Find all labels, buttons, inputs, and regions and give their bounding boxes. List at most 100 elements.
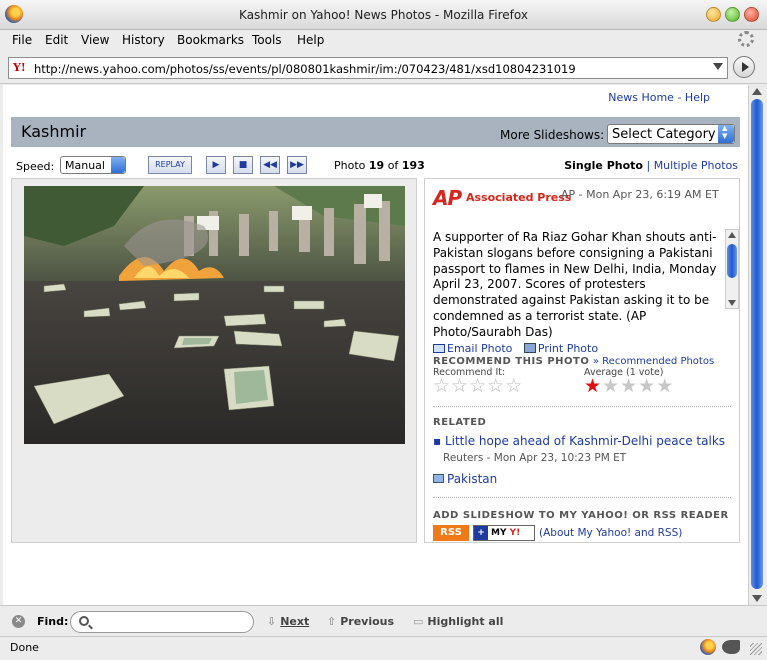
divider [433, 497, 731, 498]
rate-star-5-icon[interactable]: ☆ [505, 375, 523, 397]
replay-button[interactable]: REPLAY [148, 156, 192, 174]
scroll-up-icon[interactable] [728, 232, 736, 238]
menu-tools[interactable]: Tools [252, 33, 282, 47]
play-button[interactable]: ▶ [206, 156, 226, 174]
rewind-icon: ◀◀ [263, 160, 277, 170]
menu-edit[interactable]: Edit [45, 33, 68, 47]
resize-grip-icon[interactable] [750, 643, 762, 655]
recommend-section-title: RECOMMEND THIS PHOTO » Recommended Photo… [433, 356, 715, 367]
photo-counter: Photo 19 of 193 [334, 159, 425, 172]
email-icon [433, 344, 445, 353]
scroll-down-icon[interactable] [728, 300, 736, 306]
pakistan-link[interactable]: Pakistan [433, 472, 497, 486]
menu-bookmarks[interactable]: Bookmarks [177, 33, 244, 47]
page-scrollbar[interactable] [748, 85, 765, 605]
multiple-photos-link[interactable]: Multiple Photos [654, 159, 738, 172]
stop-button[interactable]: ■ [233, 156, 253, 174]
related-story-link[interactable]: ▪ Little hope ahead of Kashmir-Delhi pea… [433, 434, 725, 448]
avg-star-5-icon: ★ [656, 375, 675, 397]
yahoo-favicon-icon: Y! [13, 61, 26, 74]
recommended-photos-link[interactable]: » Recommended Photos [593, 356, 714, 367]
photo-gallery-icon [433, 474, 444, 483]
find-previous-button[interactable]: ⇧ Previous [327, 615, 394, 628]
recommend-stars[interactable]: ☆☆☆☆☆ [433, 377, 523, 396]
speed-select[interactable]: Manual [60, 156, 126, 174]
category-select[interactable]: Select Category [607, 124, 735, 144]
close-find-bar-icon[interactable]: ✕ [12, 615, 25, 628]
caption-scroll-thumb[interactable] [727, 244, 737, 278]
find-next-button[interactable]: ⇩ Next [267, 615, 309, 628]
throbber-icon [738, 31, 754, 47]
page-content: News Home - Help Kashmir More Slideshows… [3, 85, 748, 605]
rss-button[interactable]: RSS [433, 525, 469, 541]
maximize-button[interactable] [725, 7, 740, 22]
ap-logo: AP [433, 186, 462, 210]
add-slideshow-title: ADD SLIDESHOW TO MY YAHOO! OR RSS READER [433, 510, 729, 521]
photo-date: AP - Mon Apr 23, 6:19 AM ET [561, 188, 719, 201]
menu-history[interactable]: History [122, 33, 165, 47]
arrow-down-icon: ⇩ [267, 615, 277, 628]
photo-info-panel: AP Associated Press AP - Mon Apr 23, 6:1… [424, 178, 740, 543]
select-arrows-icon [718, 124, 734, 143]
next-photo-button[interactable]: ▶▶ [287, 156, 307, 174]
avg-star-1-icon: ★ [584, 375, 603, 397]
about-my-yahoo-link[interactable]: (About My Yahoo! and RSS) [539, 527, 682, 539]
address-url[interactable]: http://news.yahoo.com/photos/ss/events/p… [34, 62, 576, 76]
protest-photo-image [24, 186, 405, 444]
fast-forward-icon: ▶▶ [290, 160, 304, 170]
firefox-status-icon[interactable] [700, 639, 716, 655]
average-stars: ★★★★★ [584, 377, 674, 396]
play-icon: ▶ [212, 160, 220, 170]
stop-icon: ■ [238, 160, 248, 170]
slideshow-controls: Speed: Manual REPLAY ▶ ■ ◀◀ ▶▶ Photo 19 … [3, 155, 748, 177]
scroll-up-icon[interactable] [752, 88, 762, 95]
window-title: Kashmir on Yahoo! News Photos - Mozilla … [239, 8, 528, 22]
navigation-toolbar: Y! http://news.yahoo.com/photos/ss/event… [0, 52, 767, 84]
related-story-source: Reuters - Mon Apr 23, 10:23 PM ET [443, 452, 627, 464]
find-label: Find: [37, 615, 69, 628]
top-links: News Home - Help [608, 91, 710, 104]
category-select-value: Select Category [612, 127, 716, 142]
ap-source-name: Associated Press [466, 191, 572, 204]
status-bar: Done [0, 636, 767, 660]
highlight-icon: ▭ [413, 615, 424, 628]
menu-help[interactable]: Help [297, 33, 324, 47]
addon-status-icon[interactable] [722, 640, 740, 654]
page-scroll-thumb[interactable] [751, 99, 763, 589]
caption-scrollbar[interactable] [725, 229, 739, 309]
news-home-link[interactable]: News Home [608, 91, 674, 104]
slideshow-header: Kashmir More Slideshows: Select Category [11, 117, 740, 147]
previous-photo-button[interactable]: ◀◀ [260, 156, 280, 174]
go-button[interactable] [733, 56, 755, 78]
speed-select-value: Manual [65, 159, 105, 172]
status-text: Done [10, 641, 39, 654]
photo-panel [11, 178, 417, 543]
top-links-separator: - [677, 91, 682, 104]
help-link[interactable]: Help [685, 91, 710, 104]
plus-icon: + [474, 526, 488, 540]
menu-view[interactable]: View [81, 33, 109, 47]
address-bar[interactable]: Y! http://news.yahoo.com/photos/ss/event… [8, 57, 728, 79]
page-title: Kashmir [21, 122, 87, 141]
photo-caption: A supporter of Ra Riaz Gohar Khan shouts… [433, 230, 717, 339]
highlight-all-button[interactable]: ▭ Highlight all [413, 615, 503, 628]
address-dropdown-icon[interactable] [713, 63, 723, 70]
rate-star-4-icon[interactable]: ☆ [487, 375, 505, 397]
rate-star-2-icon[interactable]: ☆ [451, 375, 469, 397]
single-photo-label: Single Photo [564, 159, 643, 172]
rate-star-1-icon[interactable]: ☆ [433, 375, 451, 397]
more-slideshows-label: More Slideshows: [500, 128, 605, 142]
menu-file[interactable]: File [12, 33, 32, 47]
rate-star-3-icon[interactable]: ☆ [469, 375, 487, 397]
close-button[interactable] [744, 7, 759, 22]
select-arrows-icon [111, 157, 125, 173]
find-input[interactable] [70, 611, 254, 633]
avg-star-2-icon: ★ [602, 375, 621, 397]
divider [433, 406, 731, 407]
printer-icon [523, 343, 536, 353]
scroll-down-icon[interactable] [752, 595, 762, 602]
menu-bar: File Edit View History Bookmarks Tools H… [0, 30, 767, 52]
add-to-my-yahoo-button[interactable]: + MY Y! [473, 525, 535, 541]
news-photo[interactable] [24, 186, 405, 444]
minimize-button[interactable] [706, 7, 721, 22]
